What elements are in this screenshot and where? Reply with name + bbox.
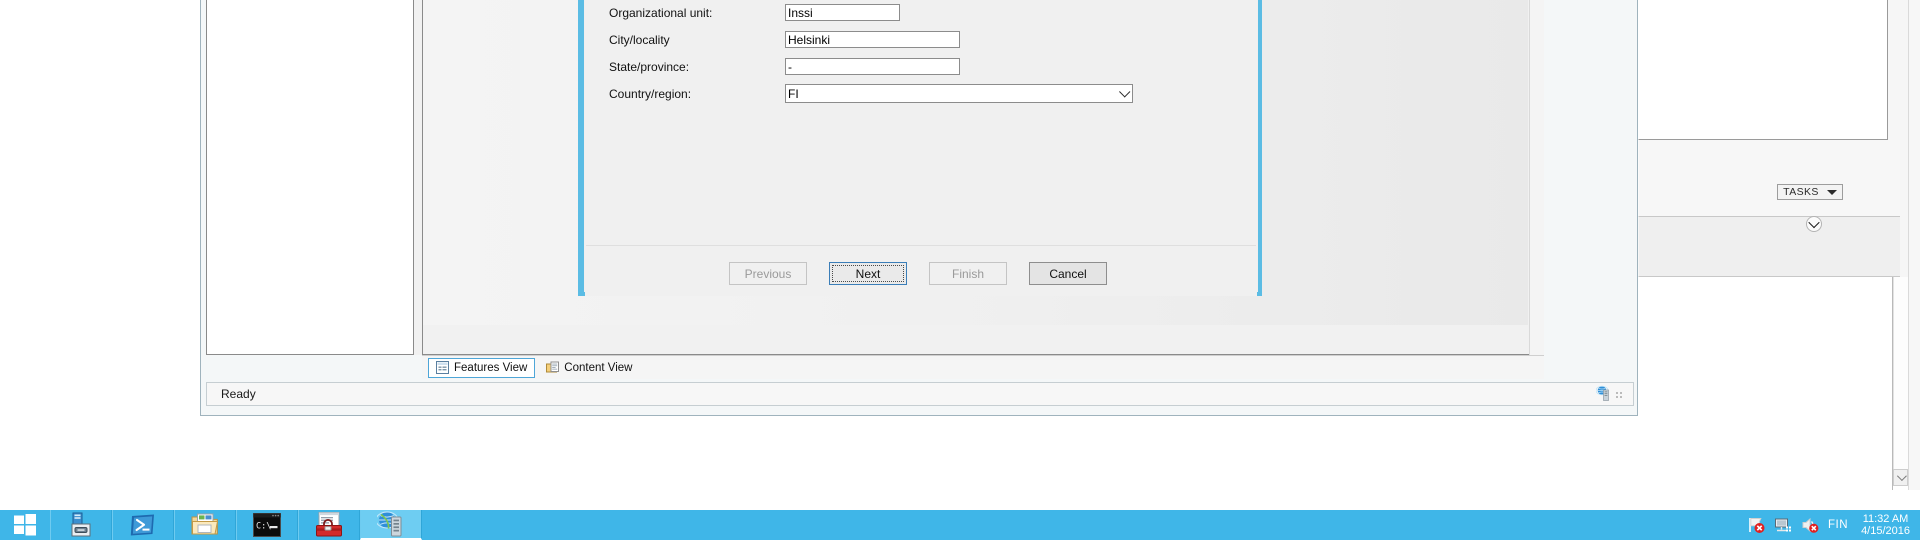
taskbar-file-explorer[interactable] xyxy=(174,510,236,540)
input-language-indicator[interactable]: FIN xyxy=(1828,519,1848,531)
flag-alert-icon[interactable] xyxy=(1747,516,1765,534)
caret-down-icon xyxy=(1826,189,1837,195)
server-manager-icon xyxy=(71,512,91,537)
server-manager-tasks-band xyxy=(1608,140,1900,217)
tasks-dropdown-button[interactable]: TASKS xyxy=(1777,184,1843,200)
clock[interactable]: 11:32 AM 4/15/2016 xyxy=(1861,513,1910,537)
server-manager-scrollbar[interactable] xyxy=(1893,277,1908,469)
field-row-state-province: State/province: - xyxy=(609,53,1229,80)
tab-label: Content View xyxy=(564,361,633,374)
server-manager-right-edge xyxy=(1908,0,1920,490)
taskbar-toolbox-app[interactable] xyxy=(298,510,360,540)
taskbar-items: C:\ xyxy=(50,510,422,540)
svg-text:C:\: C:\ xyxy=(256,522,271,532)
state-province-input[interactable]: - xyxy=(785,58,960,75)
taskbar-powershell[interactable] xyxy=(112,510,174,540)
clock-time: 11:32 AM xyxy=(1862,513,1909,525)
country-region-label: Country/region: xyxy=(609,86,692,101)
cancel-button[interactable]: Cancel xyxy=(1029,262,1107,285)
field-row-city-locality: City/locality Helsinki xyxy=(609,26,1229,53)
volume-muted-icon[interactable] xyxy=(1801,516,1819,534)
connections-tree-pane[interactable] xyxy=(206,0,414,355)
network-icon[interactable] xyxy=(1774,516,1792,534)
finish-button[interactable]: Finish xyxy=(929,262,1007,285)
city-locality-input[interactable]: Helsinki xyxy=(785,31,960,48)
server-manager-tile xyxy=(1608,217,1900,277)
distinguished-name-form: Organizational unit: Inssi City/locality… xyxy=(609,0,1229,107)
server-manager-top-panel xyxy=(1620,0,1888,140)
scroll-chevron-glyph xyxy=(1896,471,1907,482)
wizard-body: Organizational unit: Inssi City/locality… xyxy=(584,0,1258,296)
next-button[interactable]: Next xyxy=(829,262,907,285)
windows-start-icon xyxy=(14,514,36,536)
tab-features-view[interactable]: Features View xyxy=(428,357,536,378)
organizational-unit-input[interactable]: Inssi xyxy=(785,4,900,21)
status-bar: Ready xyxy=(206,382,1634,406)
features-view-icon xyxy=(436,361,449,374)
status-text: Ready xyxy=(221,387,256,401)
tab-content-view[interactable]: Content View xyxy=(539,359,639,377)
previous-button[interactable]: Previous xyxy=(729,262,807,285)
start-button[interactable] xyxy=(0,510,50,540)
taskbar-server-manager[interactable] xyxy=(50,510,112,540)
next-button-label: Next xyxy=(832,265,904,282)
content-view-icon xyxy=(546,361,560,373)
tasks-label: TASKS xyxy=(1783,186,1819,198)
chevron-glyph xyxy=(1808,216,1820,229)
certificate-request-wizard-dialog[interactable]: Organizational unit: Inssi City/locality… xyxy=(578,0,1262,296)
city-locality-label: City/locality xyxy=(609,32,670,47)
command-prompt-icon: C:\ xyxy=(253,513,281,537)
country-region-select[interactable]: FI xyxy=(785,84,1133,103)
view-tab-strip: Features View Content View xyxy=(422,355,1544,379)
iis-manager-icon xyxy=(377,511,402,537)
resize-grip-icon[interactable] xyxy=(1615,388,1627,400)
server-manager-lower-panel xyxy=(1608,277,1893,490)
red-toolbox-icon xyxy=(316,512,342,537)
clock-date: 4/15/2016 xyxy=(1861,525,1910,537)
wizard-button-bar: Previous Next Finish Cancel xyxy=(585,246,1257,296)
chevron-down-circle-icon[interactable] xyxy=(1806,216,1822,232)
organizational-unit-label: Organizational unit: xyxy=(609,5,713,20)
state-province-label: State/province: xyxy=(609,59,690,74)
system-tray: FIN 11:32 AM 4/15/2016 xyxy=(1747,510,1920,540)
iis-server-globe-icon xyxy=(1596,385,1609,401)
content-scrollbar[interactable] xyxy=(1529,0,1544,355)
powershell-icon xyxy=(130,514,154,536)
field-row-country-region: Country/region: FI xyxy=(609,80,1229,107)
country-region-value: FI xyxy=(788,86,799,101)
chevron-down-icon[interactable] xyxy=(1115,85,1132,102)
scroll-down-arrow-icon[interactable] xyxy=(1893,469,1908,486)
tree-splitter[interactable] xyxy=(414,0,422,355)
status-bar-right xyxy=(1596,385,1627,402)
tab-label: Features View xyxy=(454,361,528,374)
taskbar-command-prompt[interactable]: C:\ xyxy=(236,510,298,540)
taskbar-iis-manager[interactable] xyxy=(360,510,422,540)
field-row-organizational-unit: Organizational unit: Inssi xyxy=(609,0,1229,26)
file-explorer-icon xyxy=(191,513,219,535)
